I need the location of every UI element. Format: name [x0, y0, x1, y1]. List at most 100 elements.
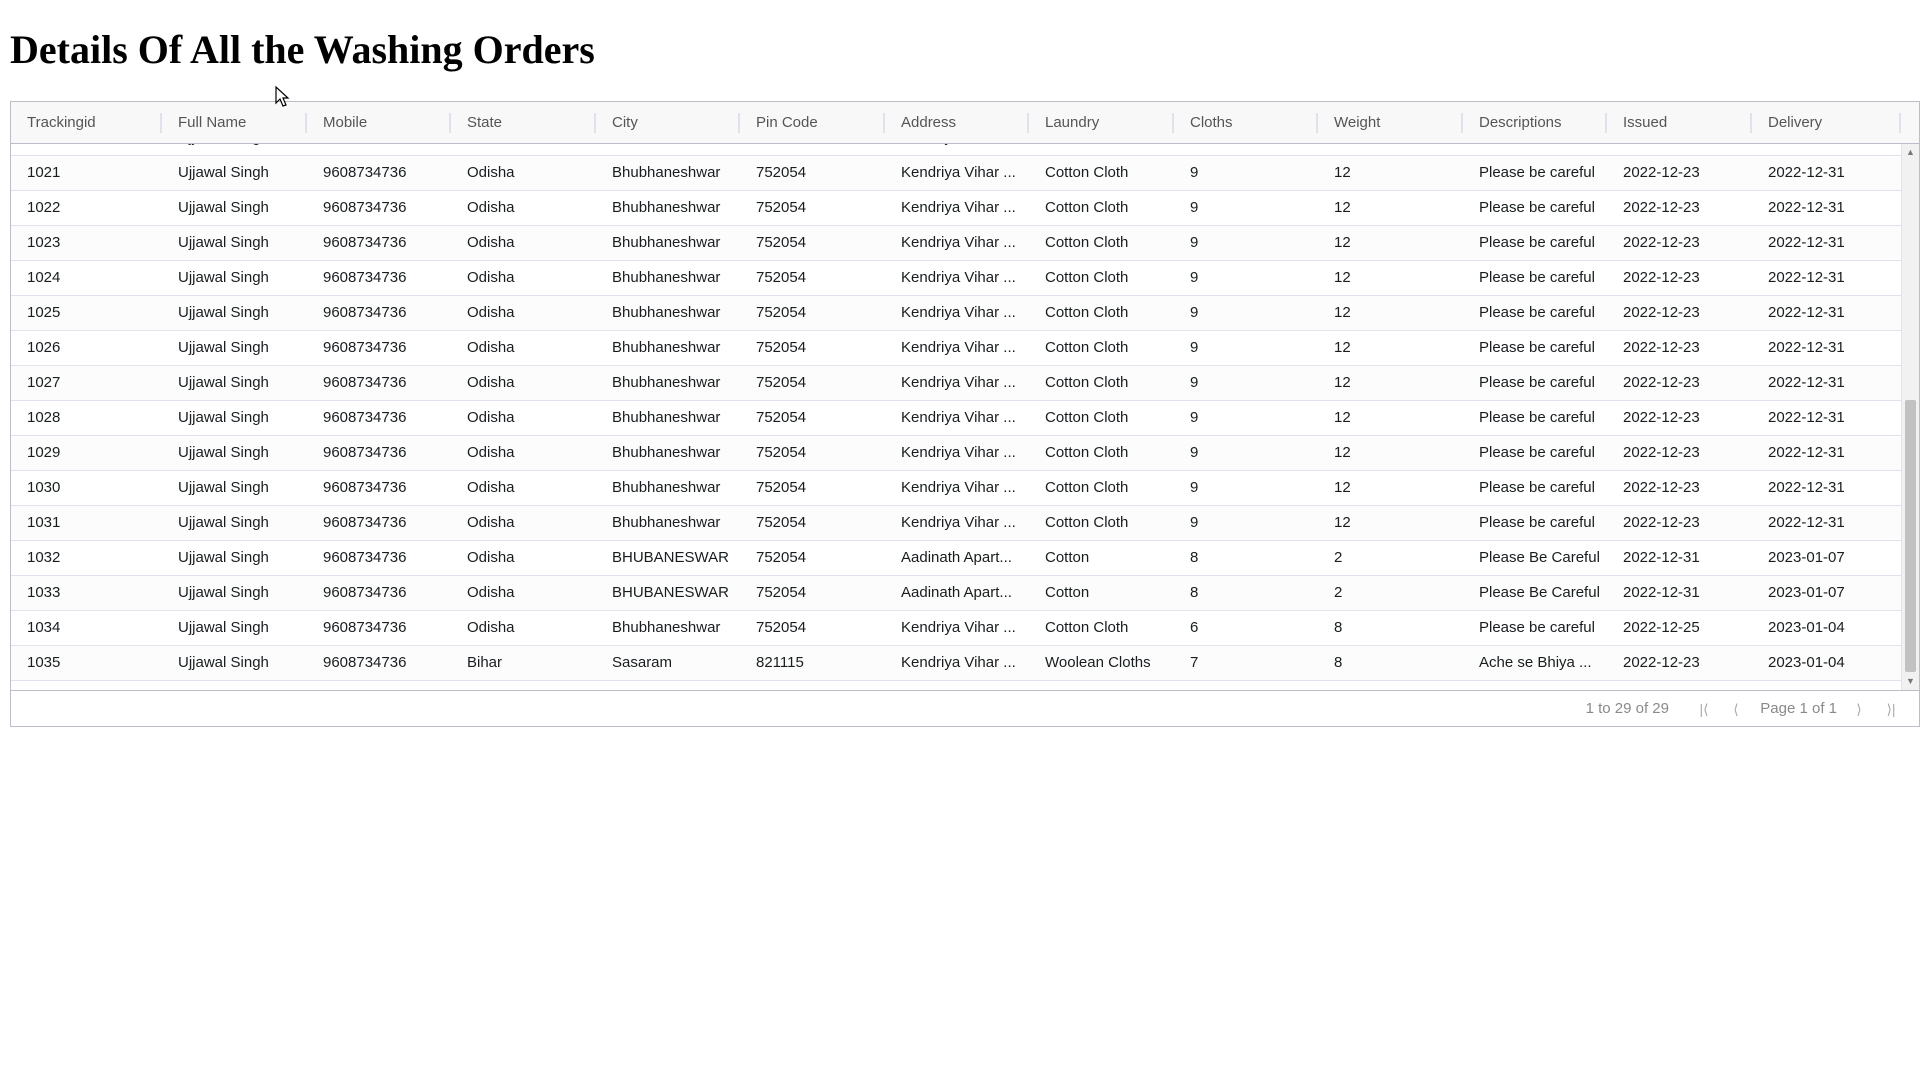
cell-mobile[interactable]: 9608734736 [307, 436, 451, 470]
column-header-city[interactable]: City [596, 102, 740, 143]
table-row[interactable]: 1026 Ujjawal Singh 9608734736 Odisha Bhubhan… [11, 331, 1901, 366]
cell-address[interactable]: Aadinath Apart... [885, 541, 1029, 575]
cell-address[interactable]: Kendriya Vihar ... [885, 366, 1029, 400]
cell-cloths[interactable]: 9 [1174, 331, 1318, 365]
cell-city[interactable]: Bhubhaneshwar [596, 261, 740, 295]
previous-page-icon[interactable]: ⟨ [1726, 691, 1746, 727]
cell-laundry[interactable]: Cotton Cloth [1029, 156, 1174, 190]
cell-full-name[interactable]: Ujjawal Singh [162, 191, 307, 225]
cell-issued[interactable]: 2022-12-23 [1607, 401, 1752, 435]
cell-pin-code[interactable]: 752054 [740, 191, 885, 225]
table-row[interactable]: 1025 Ujjawal Singh 9608734736 Odisha Bhubhan… [11, 296, 1901, 331]
scrollbar-thumb[interactable] [1905, 400, 1916, 672]
cell-trackingid[interactable]: 1029 [11, 436, 162, 470]
cell-issued[interactable]: 2022-12-23 [1607, 646, 1752, 680]
cell-mobile[interactable]: 9608734736 [307, 541, 451, 575]
cell-mobile[interactable]: 9608734736 [307, 331, 451, 365]
cell-full-name[interactable]: Ujjawal Singh [162, 226, 307, 260]
cell-full-name[interactable]: Ujjawal Singh [162, 436, 307, 470]
cell-city[interactable]: Bhubhaneshwar [596, 226, 740, 260]
cell-laundry[interactable]: Cotton Cloth [1029, 506, 1174, 540]
cell-issued[interactable]: 2022-12-23 [1607, 506, 1752, 540]
cell-laundry[interactable]: Cotton Cloth [1029, 611, 1174, 645]
cell-mobile[interactable]: 9608734736 [307, 506, 451, 540]
cell-weight[interactable]: 12 [1318, 331, 1463, 365]
cell-laundry[interactable]: Woolean Cloths [1029, 646, 1174, 680]
cell-pin-code[interactable]: 752054 [740, 506, 885, 540]
cell-city[interactable]: Bhubhaneshwar [596, 401, 740, 435]
cell-mobile[interactable]: 9608734736 [307, 646, 451, 680]
cell-pin-code[interactable]: 752054 [740, 366, 885, 400]
cell-weight[interactable]: 12 [1318, 261, 1463, 295]
cell-delivery[interactable]: 2022-12-31 [1752, 401, 1901, 435]
cell-full-name[interactable]: Ujjawal Singh [162, 366, 307, 400]
cell-descriptions[interactable]: Please be careful [1463, 144, 1607, 155]
cell-city[interactable]: Bhubhaneshwar [596, 191, 740, 225]
table-row[interactable]: 1023 Ujjawal Singh 9608734736 Odisha Bhubhan… [11, 226, 1901, 261]
table-row[interactable]: 1034 Ujjawal Singh 9608734736 Odisha Bhubhan… [11, 611, 1901, 646]
cell-delivery[interactable]: 2022-12-31 [1752, 366, 1901, 400]
cell-full-name[interactable]: Ujjawal Singh [162, 261, 307, 295]
scroll-up-arrow-icon[interactable]: ▲ [1902, 144, 1919, 161]
cell-mobile[interactable]: 9608734736 [307, 226, 451, 260]
cell-mobile[interactable]: 9608734736 [307, 471, 451, 505]
cell-pin-code[interactable]: 752054 [740, 331, 885, 365]
cell-pin-code[interactable]: 752054 [740, 471, 885, 505]
cell-state[interactable]: Odisha [451, 576, 596, 610]
cell-trackingid[interactable]: 1024 [11, 261, 162, 295]
cell-full-name[interactable]: Ujjawal Singh [162, 144, 307, 155]
cell-weight[interactable]: 2 [1318, 541, 1463, 575]
cell-state[interactable]: Odisha [451, 506, 596, 540]
cell-issued[interactable]: 2022-12-25 [1607, 611, 1752, 645]
cell-weight[interactable]: 12 [1318, 226, 1463, 260]
cell-laundry[interactable]: Cotton Cloth [1029, 261, 1174, 295]
cell-trackingid[interactable]: 1031 [11, 506, 162, 540]
cell-address[interactable]: Kendriya Vihar ... [885, 506, 1029, 540]
cell-address[interactable]: Kendriya Vihar ... [885, 436, 1029, 470]
cell-weight[interactable]: 12 [1318, 191, 1463, 225]
column-header-delivery[interactable]: Delivery [1752, 102, 1901, 143]
cell-address[interactable]: Kendriya Vihar ... [885, 191, 1029, 225]
cell-address[interactable]: Kendriya Vihar ... [885, 646, 1029, 680]
cell-full-name[interactable]: Ujjawal Singh [162, 611, 307, 645]
cell-state[interactable]: Odisha [451, 436, 596, 470]
cell-address[interactable]: Kendriya Vihar ... [885, 144, 1029, 155]
table-row[interactable]: 1030 Ujjawal Singh 9608734736 Odisha Bhubhan… [11, 471, 1901, 506]
cell-city[interactable]: Bhubhaneshwar [596, 506, 740, 540]
cell-state[interactable]: Odisha [451, 471, 596, 505]
cell-descriptions[interactable]: Please be careful [1463, 436, 1607, 470]
cell-state[interactable]: Odisha [451, 144, 596, 155]
cell-mobile[interactable]: 9608734736 [307, 156, 451, 190]
cell-delivery[interactable]: 2022-12-31 [1752, 506, 1901, 540]
cell-full-name[interactable]: Ujjawal Singh [162, 506, 307, 540]
cell-city[interactable]: Bhubhaneshwar [596, 331, 740, 365]
cell-trackingid[interactable]: 1026 [11, 331, 162, 365]
cell-laundry[interactable]: Cotton Cloth [1029, 366, 1174, 400]
cell-delivery[interactable]: 2022-12-31 [1752, 471, 1901, 505]
cell-state[interactable]: Odisha [451, 261, 596, 295]
table-row[interactable]: 1029 Ujjawal Singh 9608734736 Odisha Bhubhan… [11, 436, 1901, 471]
cell-laundry[interactable]: Cotton Cloth [1029, 436, 1174, 470]
cell-address[interactable]: Kendriya Vihar ... [885, 331, 1029, 365]
column-header-address[interactable]: Address [885, 102, 1029, 143]
cell-issued[interactable]: 2022-12-23 [1607, 261, 1752, 295]
cell-mobile[interactable]: 9608734736 [307, 611, 451, 645]
cell-full-name[interactable]: Ujjawal Singh [162, 296, 307, 330]
cell-mobile[interactable]: 9608734736 [307, 576, 451, 610]
cell-address[interactable]: Kendriya Vihar ... [885, 401, 1029, 435]
cell-cloths[interactable]: 9 [1174, 156, 1318, 190]
cell-city[interactable]: Bhubhaneshwar [596, 366, 740, 400]
column-header-state[interactable]: State [451, 102, 596, 143]
cell-delivery[interactable]: 2022-12-31 [1752, 226, 1901, 260]
cell-state[interactable]: Odisha [451, 541, 596, 575]
table-row[interactable]: 1035 Ujjawal Singh 9608734736 Bihar Sasaram 8… [11, 646, 1901, 681]
cell-cloths[interactable]: 9 [1174, 401, 1318, 435]
table-row[interactable]: 1024 Ujjawal Singh 9608734736 Odisha Bhubhan… [11, 261, 1901, 296]
column-header-descriptions[interactable]: Descriptions [1463, 102, 1607, 143]
cell-state[interactable]: Odisha [451, 296, 596, 330]
cell-laundry[interactable]: Cotton [1029, 541, 1174, 575]
cell-cloths[interactable]: 9 [1174, 436, 1318, 470]
cell-descriptions[interactable]: Please be careful [1463, 506, 1607, 540]
column-header-full-name[interactable]: Full Name [162, 102, 307, 143]
cell-pin-code[interactable]: 752054 [740, 401, 885, 435]
